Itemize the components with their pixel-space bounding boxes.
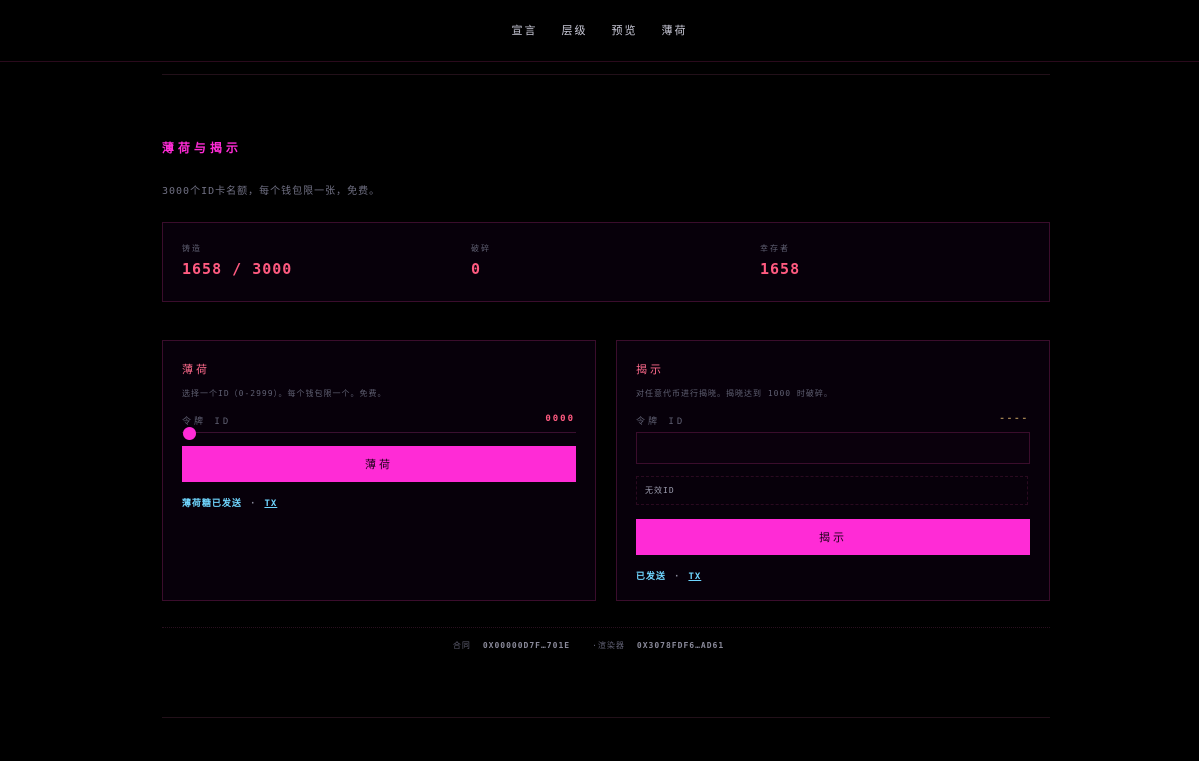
stat-shattered-value: 0 — [471, 260, 482, 278]
reveal-token-id-value: ---- — [999, 414, 1029, 424]
mint-status-text: 薄荷糖已发送 — [182, 499, 243, 509]
stat-minted-value: 1658 / 3000 — [182, 260, 293, 278]
reveal-status-text: 已发送 — [636, 572, 667, 582]
divider — [162, 74, 1050, 75]
stat-survivors-value: 1658 — [760, 260, 801, 278]
stat-survivors: 幸存者 1658 — [760, 243, 800, 278]
reveal-title: 揭示 — [636, 363, 664, 376]
reveal-panel: 揭示 对任意代币进行揭晓。揭晓达到 1000 时破碎。 令牌 ID ---- 无… — [616, 340, 1050, 601]
mint-description: 选择一个ID（0-2999）。每个钱包限一个。免费。 — [182, 389, 387, 398]
mint-tx-link[interactable]: TX — [264, 499, 277, 509]
section-description: 3000个ID卡名额，每个钱包限一张，免费。 — [162, 186, 381, 197]
renderer-label: ·渲染器 — [592, 641, 625, 650]
token-id-slider-handle[interactable] — [183, 427, 196, 440]
reveal-status: 已发送 · TX — [636, 569, 701, 582]
separator-dot: · — [674, 572, 681, 582]
stat-shattered-label: 破碎 — [471, 244, 491, 253]
footer: 合同 0X00000D7F…701E ·渲染器 0X3078FDF6…AD61 — [0, 640, 1199, 651]
contract-address[interactable]: 0X00000D7F…701E — [483, 641, 570, 650]
stat-shattered: 破碎 0 — [471, 243, 491, 278]
nav-link-tiers[interactable]: 层级 — [562, 22, 588, 38]
reveal-description: 对任意代币进行揭晓。揭晓达到 1000 时破碎。 — [636, 389, 833, 398]
stat-minted: 铸造 1658 / 3000 — [182, 243, 292, 278]
reveal-token-id-label: 令牌 ID — [636, 417, 686, 427]
mint-panel: 薄荷 选择一个ID（0-2999）。每个钱包限一个。免费。 令牌 ID 0000… — [162, 340, 596, 601]
invalid-id-notice: 无效ID — [636, 476, 1028, 505]
separator-dot: · — [250, 499, 257, 509]
mint-button[interactable]: 薄荷 — [182, 446, 576, 482]
footer-divider — [162, 627, 1050, 628]
top-nav: 宣言 层级 预览 薄荷 — [0, 0, 1199, 62]
stat-minted-label: 铸造 — [182, 244, 202, 253]
stats-panel: 铸造 1658 / 3000 破碎 0 幸存者 1658 — [162, 222, 1050, 302]
mint-status: 薄荷糖已发送 · TX — [182, 496, 277, 509]
token-id-label: 令牌 ID — [182, 417, 232, 427]
mint-title: 薄荷 — [182, 363, 210, 376]
reveal-token-id-input[interactable] — [636, 432, 1030, 464]
nav-link-manifesto[interactable]: 宣言 — [512, 22, 538, 38]
section-title: 薄荷与揭示 — [162, 141, 243, 155]
renderer-address[interactable]: 0X3078FDF6…AD61 — [637, 641, 724, 650]
reveal-button[interactable]: 揭示 — [636, 519, 1030, 555]
nav-link-mint[interactable]: 薄荷 — [662, 22, 688, 38]
nav-link-preview[interactable]: 预览 — [612, 22, 638, 38]
reveal-tx-link[interactable]: TX — [688, 572, 701, 582]
token-id-value: 0000 — [545, 414, 575, 424]
token-id-slider[interactable] — [182, 432, 576, 433]
stat-survivors-label: 幸存者 — [760, 244, 790, 253]
bottom-divider — [162, 717, 1050, 718]
contract-label: 合同 — [452, 641, 471, 650]
